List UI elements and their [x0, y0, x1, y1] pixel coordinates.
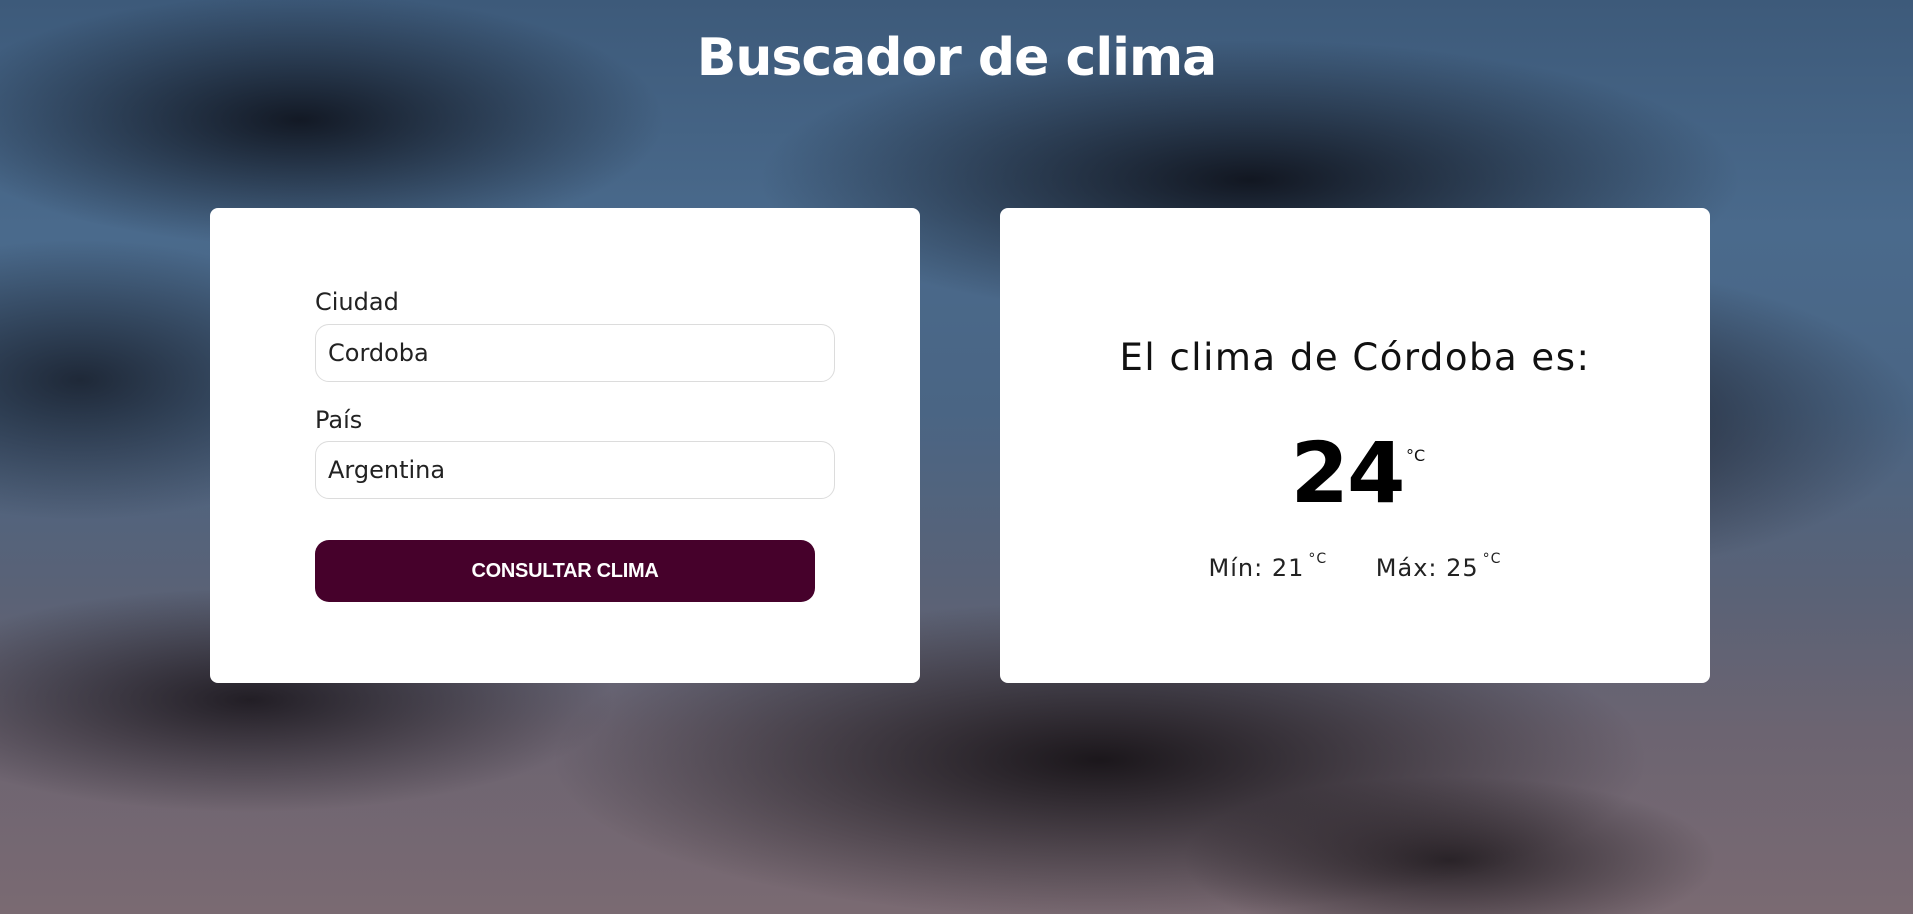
page-title: Buscador de clima: [696, 28, 1218, 88]
max-temperature-label: Máx: 25: [1375, 554, 1479, 582]
city-input[interactable]: [315, 324, 835, 382]
city-label: Ciudad: [315, 288, 399, 316]
max-temperature-unit: °C: [1482, 551, 1502, 567]
consult-weather-button[interactable]: CONSULTAR CLIMA: [315, 540, 815, 602]
min-temperature-unit: °C: [1308, 551, 1328, 567]
min-temperature-label: Mín: 21: [1208, 554, 1305, 582]
country-input[interactable]: [315, 441, 835, 499]
max-temperature: Máx: 25 °C: [1375, 551, 1502, 582]
country-label: País: [315, 406, 363, 434]
result-heading: El clima de Córdoba es:: [1119, 336, 1591, 379]
weather-result-card: El clima de Córdoba es: 24 °C Mín: 21 °C …: [1000, 208, 1710, 683]
temperature-display: 24: [1000, 424, 1710, 522]
search-form-card: Ciudad País CONSULTAR CLIMA: [210, 208, 920, 683]
weather-app: { "header": { "title": "Buscador de clim…: [0, 0, 1913, 914]
temperature-unit: °C: [1406, 446, 1426, 465]
min-max-temperatures: Mín: 21 °C Máx: 25 °C: [1000, 551, 1710, 582]
current-temperature: 24: [1290, 424, 1406, 522]
min-temperature: Mín: 21 °C: [1208, 551, 1328, 582]
